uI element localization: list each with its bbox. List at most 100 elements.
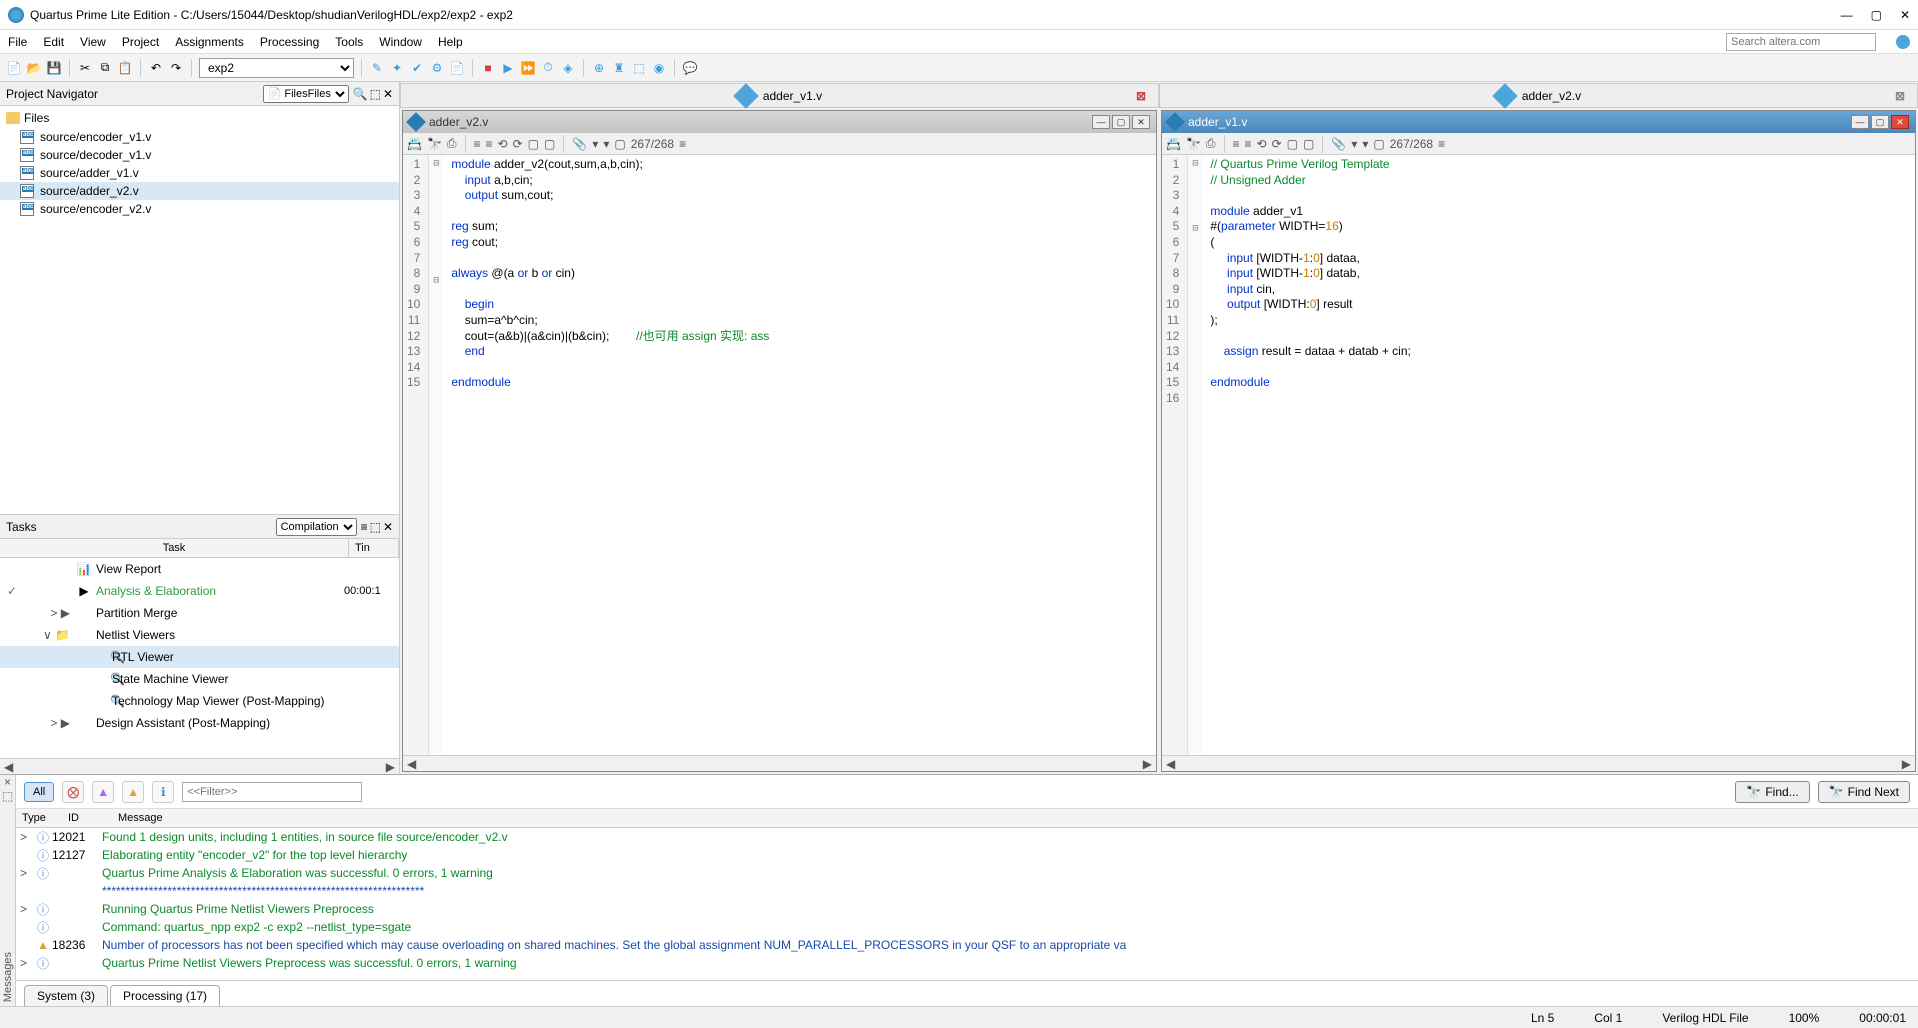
close-button[interactable]: ✕ xyxy=(1900,8,1910,22)
editor-hscroll[interactable]: ◀▶ xyxy=(403,755,1156,771)
et-icon[interactable]: 267/268 xyxy=(1390,137,1433,151)
check-icon[interactable]: ✔ xyxy=(409,60,425,76)
copy-icon[interactable]: ⧉ xyxy=(97,60,113,76)
et-icon[interactable]: ⟲ xyxy=(498,137,508,151)
tab-adder-v2[interactable]: adder_v2.v ⊠ xyxy=(1159,83,1918,107)
et-icon[interactable]: 267/268 xyxy=(631,137,674,151)
et-icon[interactable]: ≡ xyxy=(1245,137,1252,151)
menu-view[interactable]: View xyxy=(80,35,106,49)
tab-close-icon[interactable]: ⊠ xyxy=(1895,89,1905,103)
et-icon[interactable]: ▢ xyxy=(528,137,539,151)
rocket-icon[interactable]: ✦ xyxy=(389,60,405,76)
et-icon[interactable]: 📎 xyxy=(1331,137,1346,151)
et-icon[interactable]: ▢ xyxy=(614,137,625,151)
et-icon[interactable]: ≡ xyxy=(1233,137,1240,151)
pin-icon[interactable]: ◉ xyxy=(651,60,667,76)
message-row[interactable]: ▲18236Number of processors has not been … xyxy=(16,936,1918,954)
navigator-filter[interactable]: 📄 FilesFiles xyxy=(263,85,349,103)
hierarchy-icon[interactable]: ♜ xyxy=(611,60,627,76)
task-row[interactable]: > ▶Design Assistant (Post-Mapping) xyxy=(0,712,399,734)
et-icon[interactable]: ⎙ xyxy=(447,136,457,151)
code-editor[interactable]: 123456789101112131415 ⊟ ⊟ module adder_v… xyxy=(403,155,1156,755)
new-file-icon[interactable]: 📄 xyxy=(6,60,22,76)
filter-info-icon[interactable]: ℹ xyxy=(152,781,174,803)
menu-help[interactable]: Help xyxy=(438,35,463,49)
save-icon[interactable]: 💾 xyxy=(46,60,62,76)
et-icon[interactable]: ⟳ xyxy=(1272,137,1282,151)
et-icon[interactable]: ▾ xyxy=(1362,137,1368,151)
chat-icon[interactable]: 💬 xyxy=(682,60,698,76)
nav-pin-icon[interactable]: ⬚ xyxy=(370,87,381,101)
msg-close-icon[interactable]: × xyxy=(4,775,11,789)
redo-icon[interactable]: ↷ xyxy=(168,60,184,76)
tab-close-icon[interactable]: ⊠ xyxy=(1136,89,1146,103)
file-tree-item[interactable]: source/adder_v1.v xyxy=(0,164,399,182)
task-row[interactable]: 🔍Technology Map Viewer (Post-Mapping) xyxy=(0,690,399,712)
et-icon[interactable]: ▢ xyxy=(1303,137,1314,151)
paste-icon[interactable]: 📋 xyxy=(117,60,133,76)
maximize-button[interactable]: ▢ xyxy=(1871,8,1882,22)
menu-tools[interactable]: Tools xyxy=(335,35,363,49)
et-icon[interactable]: ⟲ xyxy=(1257,137,1267,151)
open-icon[interactable]: 📂 xyxy=(26,60,42,76)
find-next-button[interactable]: 🔭 Find Next xyxy=(1818,781,1910,803)
menu-assignments[interactable]: Assignments xyxy=(175,35,244,49)
tab-processing[interactable]: Processing (17) xyxy=(110,985,220,1006)
message-row[interactable]: ⓘCommand: quartus_npp exp2 -c exp2 --net… xyxy=(16,918,1918,936)
tasks-pin-icon[interactable]: ⬚ xyxy=(370,520,381,534)
tasks-filter[interactable]: Compilation xyxy=(276,518,357,536)
et-icon[interactable]: 🔭 xyxy=(1186,137,1201,151)
task-row[interactable]: 🔍State Machine Viewer xyxy=(0,668,399,690)
menu-processing[interactable]: Processing xyxy=(260,35,319,49)
code-editor[interactable]: 12345678910111213141516 ⊟ ⊟ // Quartus P… xyxy=(1162,155,1915,755)
message-row[interactable]: >ⓘ12021Found 1 design units, including 1… xyxy=(16,828,1918,846)
tab-system[interactable]: System (3) xyxy=(24,985,108,1006)
editor-hscroll[interactable]: ◀▶ xyxy=(1162,755,1915,771)
et-icon[interactable]: ▾ xyxy=(603,137,609,151)
timing-icon[interactable]: ⏱ xyxy=(540,60,556,76)
menu-file[interactable]: File xyxy=(8,35,27,49)
file-tree-item[interactable]: source/adder_v2.v xyxy=(0,182,399,200)
fast-icon[interactable]: ⏩ xyxy=(520,60,536,76)
tasks-btn1[interactable]: ≡ xyxy=(361,520,368,534)
gear-icon[interactable]: ⚙ xyxy=(429,60,445,76)
et-icon[interactable]: ▢ xyxy=(1373,137,1384,151)
minimize-button[interactable]: — xyxy=(1841,8,1853,22)
et-icon[interactable]: ▢ xyxy=(1287,137,1298,151)
search-input[interactable] xyxy=(1726,33,1876,51)
task-row[interactable]: 🔍RTL Viewer xyxy=(0,646,399,668)
et-icon[interactable]: ▾ xyxy=(592,137,598,151)
file-tree-item[interactable]: source/encoder_v1.v xyxy=(0,128,399,146)
task-row[interactable]: > ▶Partition Merge xyxy=(0,602,399,624)
et-icon[interactable]: ⟳ xyxy=(513,137,523,151)
task-row[interactable]: ∨ 📁Netlist Viewers xyxy=(0,624,399,646)
msg-pin-icon[interactable]: ⬚ xyxy=(2,789,13,803)
play-icon[interactable]: ▶ xyxy=(500,60,516,76)
et-icon[interactable]: ≡ xyxy=(474,137,481,151)
wand-icon[interactable]: ✎ xyxy=(369,60,385,76)
tasks-scrollbar[interactable]: ◀▶ xyxy=(0,758,399,774)
help-icon[interactable] xyxy=(1896,35,1910,49)
find-button[interactable]: 🔭 Find... xyxy=(1735,781,1809,803)
tab-adder-v1[interactable]: adder_v1.v ⊠ xyxy=(400,83,1159,107)
message-row[interactable]: >ⓘRunning Quartus Prime Netlist Viewers … xyxy=(16,900,1918,918)
file-tree-item[interactable]: source/encoder_v2.v xyxy=(0,200,399,218)
menu-project[interactable]: Project xyxy=(122,35,159,49)
et-icon[interactable]: ≡ xyxy=(486,137,493,151)
et-icon[interactable]: ≡ xyxy=(1438,137,1445,151)
file-tree-root[interactable]: Files xyxy=(0,108,399,128)
et-icon[interactable]: 📇 xyxy=(407,137,422,151)
file-tree-item[interactable]: source/decoder_v1.v xyxy=(0,146,399,164)
et-icon[interactable]: 🔭 xyxy=(427,137,442,151)
et-icon[interactable]: ⎙ xyxy=(1206,136,1216,151)
et-icon[interactable]: 📎 xyxy=(572,137,587,151)
et-icon[interactable]: 📇 xyxy=(1166,137,1181,151)
tasks-close-icon[interactable]: ✕ xyxy=(383,520,393,534)
et-icon[interactable]: ▾ xyxy=(1351,137,1357,151)
undo-icon[interactable]: ↶ xyxy=(148,60,164,76)
task-row[interactable]: ✓▶Analysis & Elaboration00:00:1 xyxy=(0,580,399,602)
project-selector[interactable]: exp2 xyxy=(199,58,354,78)
editor-minimize-button[interactable]: — xyxy=(1851,115,1869,129)
et-icon[interactable]: ≡ xyxy=(679,137,686,151)
message-row[interactable]: ⓘ12127Elaborating entity "encoder_v2" fo… xyxy=(16,846,1918,864)
